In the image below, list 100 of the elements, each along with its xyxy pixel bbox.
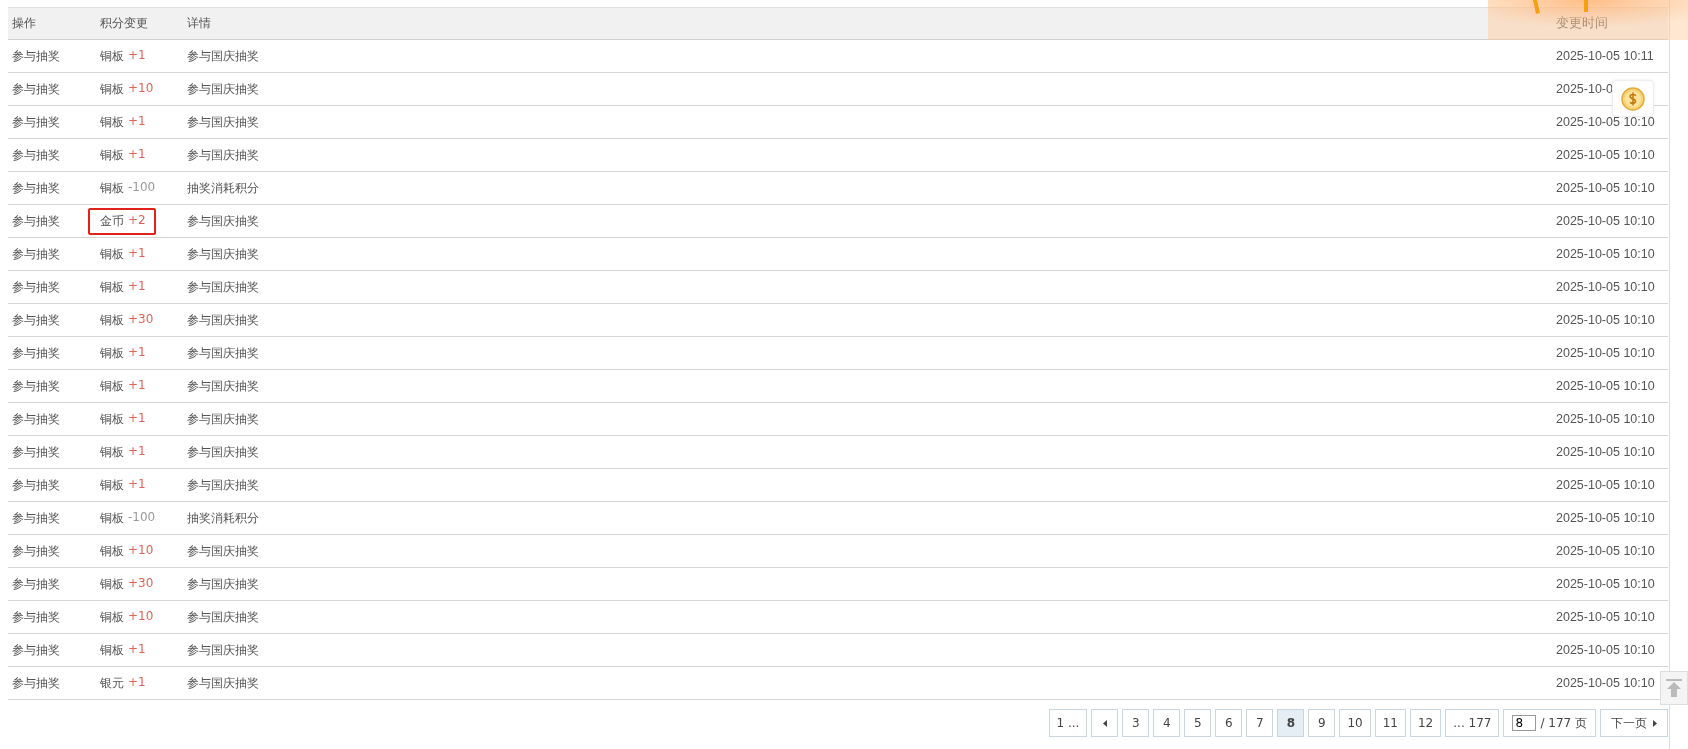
table-cell: 参与抽奖 xyxy=(12,48,60,63)
caret-right-icon xyxy=(1653,719,1657,727)
table-cell: 参与抽奖 xyxy=(12,609,60,624)
table-cell: 参与国庆抽奖 xyxy=(187,609,259,624)
points-amount: +1 xyxy=(128,113,146,130)
points-amount: +30 xyxy=(128,311,154,328)
page-button[interactable]: 8 xyxy=(1277,709,1305,737)
table-cell: 参与抽奖 xyxy=(12,378,60,393)
currency-name: 铜板 xyxy=(100,47,124,65)
table-cell: 参与抽奖 xyxy=(12,444,60,459)
table-cell: 参与抽奖 xyxy=(12,576,60,591)
table-cell: 参与国庆抽奖 xyxy=(187,147,259,162)
table-cell: 参与国庆抽奖 xyxy=(187,378,259,393)
page-input[interactable]: 8 xyxy=(1512,715,1537,731)
table-cell: 2025-10-05 10:10 xyxy=(1556,577,1655,591)
table-cell: 参与抽奖 xyxy=(12,411,60,426)
table-cell: 参与国庆抽奖 xyxy=(187,81,259,96)
table-cell: 参与抽奖 xyxy=(12,246,60,261)
table-cell: 参与国庆抽奖 xyxy=(187,477,259,492)
currency-name: 铜板 xyxy=(100,311,124,329)
points-amount: +1 xyxy=(128,344,146,361)
table-cell: 2025-10-05 10:11 xyxy=(1556,49,1654,63)
table-cell: 2025-10-05 10:10 xyxy=(1556,511,1655,525)
next-page-button[interactable]: 下一页 xyxy=(1600,709,1668,737)
currency-name: 铜板 xyxy=(100,278,124,296)
page-button[interactable]: 10 xyxy=(1339,709,1371,737)
table-cell: 参与抽奖 xyxy=(12,345,60,360)
points-amount: +1 xyxy=(128,410,146,427)
table-cell: 2025-10-05 10:10 xyxy=(1556,643,1655,657)
table-cell: 2025-10-05 10:10 xyxy=(1556,214,1655,228)
points-amount: +30 xyxy=(128,575,154,592)
table-cell: 2025-10-05 10:10 xyxy=(1556,115,1655,129)
page-button[interactable]: 9 xyxy=(1308,709,1336,737)
table-cell: 参与抽奖 xyxy=(12,642,60,657)
page-button[interactable]: 1 ... xyxy=(1048,709,1088,737)
table-cell: 抽奖消耗积分 xyxy=(187,510,259,525)
currency-name: 铜板 xyxy=(100,575,124,593)
points-amount: +1 xyxy=(128,377,146,394)
currency-name: 铜板 xyxy=(100,641,124,659)
table-cell: 参与国庆抽奖 xyxy=(187,114,259,129)
column-header: 操作 xyxy=(12,16,36,30)
points-amount: +10 xyxy=(128,80,154,97)
points-amount: +10 xyxy=(128,542,154,559)
page-button[interactable]: 3 xyxy=(1122,709,1150,737)
table-cell: 参与抽奖 xyxy=(12,180,60,195)
column-header: 详情 xyxy=(187,16,211,30)
table-cell: 2025-10-05 10:10 xyxy=(1556,280,1655,294)
table-cell: 2025-10-05 10:10 xyxy=(1556,412,1655,426)
table-cell: 参与国庆抽奖 xyxy=(187,246,259,261)
previous-page-button[interactable] xyxy=(1091,709,1119,737)
page-button[interactable]: 7 xyxy=(1246,709,1274,737)
currency-name: 铜板 xyxy=(100,509,124,527)
points-amount: -100 xyxy=(128,509,156,526)
table-cell: 参与国庆抽奖 xyxy=(187,345,259,360)
points-amount: -100 xyxy=(128,179,156,196)
column-header: 变更时间 xyxy=(1556,16,1608,30)
points-amount: +1 xyxy=(128,443,146,460)
page-button[interactable]: 5 xyxy=(1184,709,1212,737)
table-cell: 参与抽奖 xyxy=(12,675,60,690)
table-cell: 2025-10-05 10:10 xyxy=(1556,478,1655,492)
page-button[interactable]: 12 xyxy=(1409,709,1442,737)
page-jump[interactable]: 8 / 177 页 xyxy=(1503,709,1596,737)
page-button[interactable]: ... 177 xyxy=(1445,709,1500,737)
table-cell: 参与抽奖 xyxy=(12,114,60,129)
table-cell: 参与国庆抽奖 xyxy=(187,675,259,690)
currency-name: 铜板 xyxy=(100,179,124,197)
currency-name: 铜板 xyxy=(100,80,124,98)
points-amount: +1 xyxy=(128,674,146,691)
currency-name: 铜板 xyxy=(100,245,124,263)
table-cell: 2025-10-05 10:10 xyxy=(1556,148,1655,162)
points-amount: +10 xyxy=(128,608,154,625)
table-cell: 参与国庆抽奖 xyxy=(187,48,259,63)
table-cell: 2025-10-05 10:10 xyxy=(1556,610,1655,624)
dollar-coin-icon xyxy=(1621,86,1645,111)
currency-name: 金币 xyxy=(100,212,124,230)
table-cell: 参与抽奖 xyxy=(12,477,60,492)
table-cell: 2025-10-05 10:10 xyxy=(1556,379,1655,393)
table-cell: 参与国庆抽奖 xyxy=(187,411,259,426)
coin-button[interactable] xyxy=(1612,80,1654,117)
table-cell: 参与国庆抽奖 xyxy=(187,543,259,558)
table-cell: 参与国庆抽奖 xyxy=(187,444,259,459)
table-cell: 抽奖消耗积分 xyxy=(187,180,259,195)
table-cell: 2025-10-05 10:10 xyxy=(1556,544,1655,558)
table-cell: 参与抽奖 xyxy=(12,510,60,525)
points-amount: +1 xyxy=(128,476,146,493)
table-cell: 2025-10-05 10:10 xyxy=(1556,445,1655,459)
table-cell: 2025-10-05 10:10 xyxy=(1556,181,1655,195)
page-button[interactable]: 11 xyxy=(1374,709,1406,737)
points-amount: +1 xyxy=(128,47,146,64)
table-cell: 2025-10-0 xyxy=(1556,82,1613,96)
total-pages: / 177 页 xyxy=(1540,714,1587,732)
table-cell: 2025-10-05 10:10 xyxy=(1556,247,1655,261)
back-to-top-button[interactable] xyxy=(1660,671,1688,705)
table-cell: 参与国庆抽奖 xyxy=(187,312,259,327)
page-button[interactable]: 6 xyxy=(1215,709,1243,737)
points-amount: +1 xyxy=(128,641,146,658)
table-cell: 参与抽奖 xyxy=(12,213,60,228)
table-cell: 2025-10-05 10:10 xyxy=(1556,676,1655,690)
currency-name: 铜板 xyxy=(100,443,124,461)
page-button[interactable]: 4 xyxy=(1153,709,1181,737)
